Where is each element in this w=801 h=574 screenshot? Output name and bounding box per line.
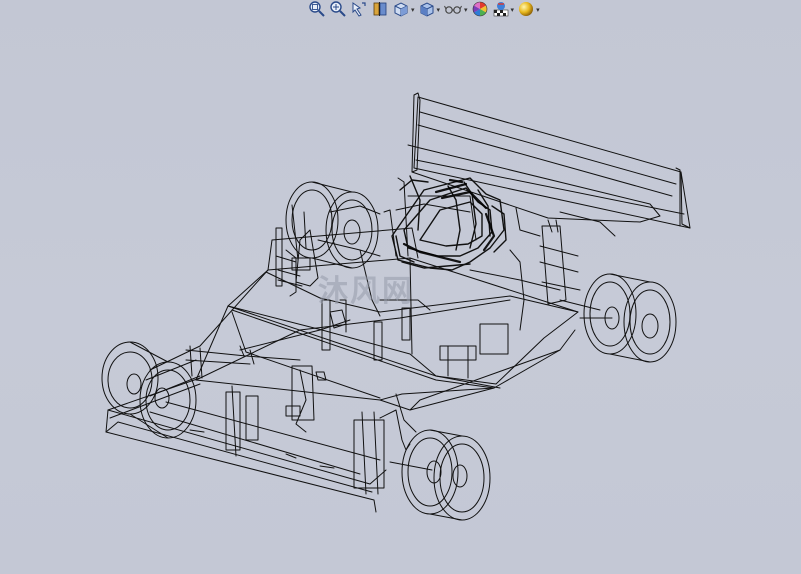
graphics-viewport[interactable]: ▾ ▾ ▾ ▾ ▾ 沐风网 <box>0 0 801 574</box>
rear-left-wheel <box>285 181 379 269</box>
front-right-wheel <box>389 429 491 521</box>
front-suspension <box>145 345 417 495</box>
chassis-frame <box>105 227 579 513</box>
wireframe-car-chassis-model[interactable] <box>0 0 801 574</box>
rear-suspension <box>275 205 581 379</box>
rear-right-wheel <box>559 273 677 363</box>
rear-wing <box>407 92 691 237</box>
